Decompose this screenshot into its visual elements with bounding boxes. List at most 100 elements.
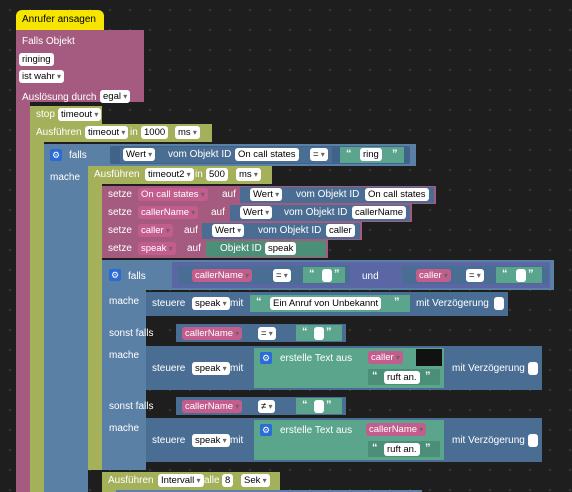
elif1-item2-open-quote: “ (372, 370, 378, 382)
if2-mache: mache (109, 296, 140, 307)
set1-vom: vom Objekt ID (296, 189, 360, 200)
timeout2-name-dropdown[interactable]: timeout2 (145, 168, 194, 181)
set2-auf: auf (211, 207, 225, 218)
interval-label: Ausführen (108, 475, 154, 486)
if1-wert-dropdown[interactable]: Wert (123, 148, 156, 161)
if2-und: und (362, 271, 379, 282)
timeout2-label: Ausführen (94, 169, 140, 180)
elif1-sonst-falls: sonst falls (109, 328, 154, 339)
set2-vom: vom Objekt ID (284, 207, 348, 218)
if2-verz-checkbox[interactable] (494, 297, 504, 310)
elif2-item1[interactable]: callerName (366, 423, 427, 436)
if2-verzoegerung: mit Verzögerung (416, 298, 489, 309)
elif2-verz-checkbox[interactable] (528, 434, 538, 447)
elif1-item1[interactable]: caller (368, 351, 403, 364)
if1-gear-icon[interactable]: ⚙ (50, 149, 62, 161)
if1-text-field[interactable]: ring (360, 148, 382, 161)
elif2-steuere: steuere (152, 435, 186, 446)
timeout1-left-bar (30, 142, 44, 492)
if2-text-field[interactable]: Ein Anruf von Unbekannt (270, 297, 382, 310)
if2-op1-dropdown[interactable]: = (273, 269, 291, 282)
elif2-item2-close-quote: ” (425, 442, 431, 454)
interval-value-field[interactable]: 8 (222, 474, 234, 487)
if2-close-quote: ” (394, 296, 400, 308)
set1-obj-field[interactable]: On call states (365, 188, 429, 201)
set4-obj-label: Objekt ID (220, 243, 262, 254)
interval-name-dropdown[interactable]: Intervall (158, 474, 204, 487)
elif1-gear-icon[interactable]: ⚙ (260, 352, 272, 364)
timeout2-unit-dropdown[interactable]: ms (236, 168, 261, 181)
set3-auf: auf (184, 225, 198, 236)
elif1-item1-slot (416, 349, 442, 366)
if2-mit: mit (230, 298, 244, 309)
timeout1-in: in (130, 127, 138, 138)
if2-speak-dropdown[interactable]: speak (192, 297, 230, 310)
if2-text1-open-quote: “ (309, 268, 315, 280)
trigger-left-bar (16, 102, 30, 492)
if2-text2-field[interactable] (516, 269, 526, 282)
elif2-close-quote: ” (326, 399, 332, 411)
trigger-object-field[interactable]: ringing (19, 53, 54, 66)
timeout2-ms-field[interactable]: 500 (206, 168, 228, 181)
elif1-steuere: steuere (152, 363, 186, 374)
if2-text1-field[interactable] (322, 269, 332, 282)
trigger-ausloesung-label: Auslösung durch (22, 92, 97, 103)
elif1-item2-field[interactable]: ruft an. (384, 371, 420, 384)
if1-mache: mache (50, 172, 81, 183)
elif2-item2-field[interactable]: ruft an. (384, 443, 420, 456)
if2-var2-dropdown[interactable]: caller (416, 269, 451, 282)
elif2-mache: mache (109, 423, 140, 434)
if2-open-quote: “ (256, 296, 262, 308)
if2-text1-close-quote: ” (334, 268, 340, 280)
elif1-item2-close-quote: ” (425, 370, 431, 382)
elif2-text-field[interactable] (314, 400, 324, 413)
set4-setze: setze (108, 243, 132, 254)
set1-var-dropdown[interactable]: On call states (138, 188, 208, 201)
set2-var-dropdown[interactable]: callerName (138, 206, 199, 219)
timeout1-unit-dropdown[interactable]: ms (175, 126, 200, 139)
if1-open-quote: “ (346, 148, 352, 160)
if2-var1-dropdown[interactable]: callerName (192, 269, 253, 282)
elif1-speak-dropdown[interactable]: speak (192, 362, 230, 375)
set3-setze: setze (108, 225, 132, 236)
set2-setze: setze (108, 207, 132, 218)
if1-vom-objekt: vom Objekt ID (168, 149, 232, 160)
timeout1-name-dropdown[interactable]: timeout (85, 126, 129, 139)
trigger-ausloesung-dropdown[interactable]: egal (100, 90, 131, 103)
elif2-item2-open-quote: “ (372, 442, 378, 454)
set4-obj-field[interactable]: speak (265, 242, 297, 255)
elif1-mache: mache (109, 350, 140, 361)
set3-var-dropdown[interactable]: caller (138, 224, 173, 237)
stop-timeout-dropdown[interactable]: timeout (58, 108, 102, 121)
interval-alle: alle (204, 475, 220, 486)
set3-obj-field[interactable]: caller (326, 224, 355, 237)
set2-wert-dropdown[interactable]: Wert (240, 206, 273, 219)
elif1-text-field[interactable] (314, 327, 324, 340)
header-title: Anrufer ansagen (22, 14, 96, 25)
set4-var-dropdown[interactable]: speak (138, 242, 176, 255)
timeout2-left-bar (88, 184, 102, 470)
timeout1-ms-field[interactable]: 1000 (141, 126, 169, 139)
if1-left-bar (44, 166, 88, 492)
if2-falls: falls (128, 271, 146, 282)
elif2-speak-dropdown[interactable]: speak (192, 434, 230, 447)
elif1-var-dropdown[interactable]: callerName (182, 327, 243, 340)
interval-unit-dropdown[interactable]: Sek (241, 474, 270, 487)
trigger-condition-dropdown[interactable]: ist wahr (19, 70, 64, 83)
if1-op-dropdown[interactable]: = (310, 148, 328, 161)
elif1-verz-checkbox[interactable] (528, 362, 538, 375)
set1-wert-dropdown[interactable]: Wert (250, 188, 283, 201)
set2-obj-field[interactable]: callerName (352, 206, 407, 219)
set3-wert-dropdown[interactable]: Wert (212, 224, 245, 237)
elif2-gear-icon[interactable]: ⚙ (260, 424, 272, 436)
elif1-op-dropdown[interactable]: = (258, 327, 276, 340)
if2-gear-icon[interactable]: ⚙ (109, 269, 121, 281)
if1-object-field[interactable]: On call states (235, 148, 299, 161)
set1-setze: setze (108, 189, 132, 200)
set4-auf: auf (187, 243, 201, 254)
elif2-var-dropdown[interactable]: callerName (182, 400, 243, 413)
elif2-erstelle: erstelle Text aus (280, 425, 353, 436)
elif2-op-dropdown[interactable]: ≠ (258, 400, 276, 413)
if2-op2-dropdown[interactable]: = (466, 269, 484, 282)
if2-text2-close-quote: ” (528, 268, 534, 280)
